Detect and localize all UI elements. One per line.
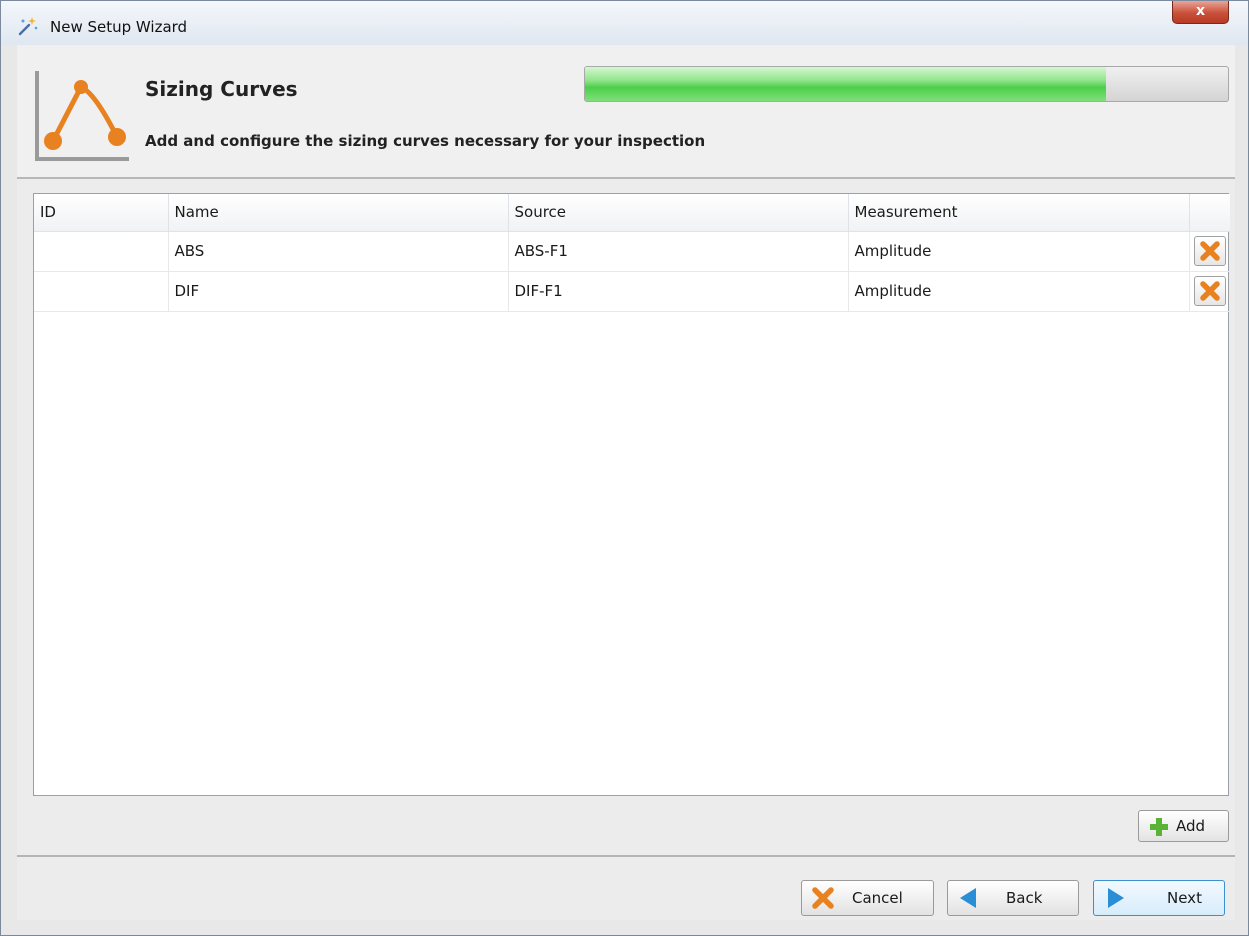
delete-row-button[interactable] [1193, 275, 1226, 306]
cell-source[interactable]: DIF-F1 [508, 271, 849, 312]
wizard-window: New Setup Wizard x Sizing Curves Add and… [0, 0, 1249, 936]
column-header-measurement[interactable]: Measurement [848, 194, 1190, 232]
back-label: Back [1006, 889, 1043, 907]
delete-x-icon [1200, 240, 1220, 261]
wizard-body: Sizing Curves Add and configure the sizi… [17, 45, 1235, 920]
wizard-footer: Cancel Back Next [17, 855, 1235, 920]
cell-source[interactable]: ABS-F1 [508, 231, 849, 272]
cell-id[interactable] [34, 231, 169, 272]
sizing-curve-icon [35, 71, 129, 161]
wizard-progress-bar [584, 66, 1229, 102]
page-subtitle: Add and configure the sizing curves nece… [145, 132, 706, 150]
wand-icon [18, 17, 38, 36]
window-title: New Setup Wizard [50, 18, 188, 36]
delete-x-icon [1200, 280, 1220, 301]
page-title: Sizing Curves [145, 77, 298, 101]
column-header-source[interactable]: Source [508, 194, 849, 232]
arrow-left-icon [960, 888, 976, 908]
cell-delete [1189, 271, 1230, 312]
add-button-label: Add [1176, 817, 1206, 835]
cell-name[interactable]: DIF [168, 271, 509, 312]
cell-id[interactable] [34, 271, 169, 312]
column-header-name[interactable]: Name [168, 194, 509, 232]
delete-row-button[interactable] [1193, 235, 1226, 266]
cell-measurement[interactable]: Amplitude [848, 271, 1190, 312]
cancel-button[interactable]: Cancel [801, 880, 934, 916]
next-label: Next [1167, 889, 1202, 907]
column-header-actions [1189, 194, 1230, 232]
arrow-right-icon [1108, 888, 1124, 908]
table-header-row: ID Name Source Measurement [34, 194, 1230, 232]
title-bar: New Setup Wizard x [1, 1, 1248, 45]
sizing-curves-table: ID Name Source Measurement ABS ABS-F1 Am… [33, 193, 1230, 796]
table-row[interactable]: ABS ABS-F1 Amplitude [34, 231, 1230, 272]
add-curve-button[interactable]: Add [1138, 810, 1229, 842]
column-header-id[interactable]: ID [34, 194, 169, 232]
cell-measurement[interactable]: Amplitude [848, 231, 1190, 272]
table-row[interactable]: DIF DIF-F1 Amplitude [34, 271, 1230, 312]
next-button[interactable]: Next [1093, 880, 1225, 916]
cell-delete [1189, 231, 1230, 272]
cancel-label: Cancel [852, 889, 903, 907]
cell-name[interactable]: ABS [168, 231, 509, 272]
progress-fill [585, 67, 1106, 101]
plus-icon [1150, 818, 1168, 836]
close-button[interactable]: x [1172, 1, 1229, 24]
wizard-header: Sizing Curves Add and configure the sizi… [17, 45, 1235, 179]
back-button[interactable]: Back [947, 880, 1079, 916]
cancel-x-icon [812, 887, 834, 909]
